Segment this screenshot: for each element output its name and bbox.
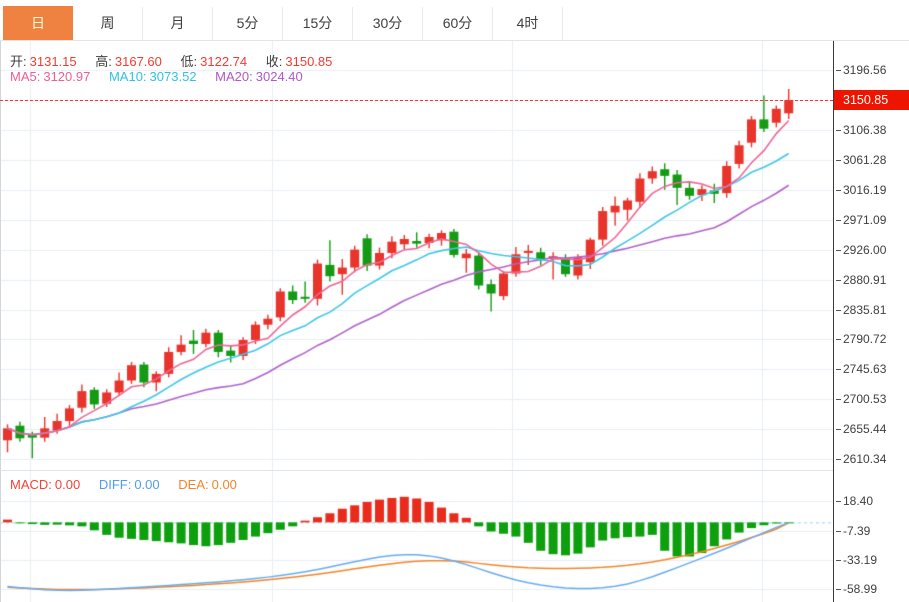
- tab-60min[interactable]: 60分: [423, 7, 493, 40]
- price-axis-label: 2790.72: [836, 332, 886, 346]
- macd-value: MACD: 0.00: [10, 477, 81, 492]
- ohlc-high: 高: 3167.60: [95, 54, 162, 69]
- diff-value: DIFF: 0.00: [98, 477, 160, 492]
- macd-axis-label: 18.40: [836, 494, 873, 508]
- macd-legend: MACD: 0.00 DIFF: 0.00 DEA: 0.00: [10, 477, 252, 492]
- dea-value: DEA: 0.00: [178, 477, 237, 492]
- ma10-legend: MA10: 3073.52: [108, 69, 197, 84]
- price-axis-label: 2610.34: [836, 452, 886, 466]
- period-tabbar: 日 周 月 5分 15分 30分 60分 4时: [0, 0, 909, 41]
- ohlc-open: 开: 3131.15: [10, 54, 77, 69]
- price-axis-label: 3196.56: [836, 63, 886, 77]
- price-axis-label: 2745.63: [836, 362, 886, 376]
- price-axis-label: 2655.44: [836, 422, 886, 436]
- ma-legend: MA5: 3120.97 MA10: 3073.52 MA20: 3024.40: [10, 69, 318, 84]
- price-axis-label: 3016.19: [836, 183, 886, 197]
- price-axis-label: 2971.09: [836, 213, 886, 227]
- candlestick-chart[interactable]: [0, 41, 833, 470]
- tab-day[interactable]: 日: [3, 6, 73, 40]
- price-axis-border: [833, 41, 834, 602]
- kline-app: 日 周 月 5分 15分 30分 60分 4时 开: 3131.15 高: 3167…: [0, 0, 909, 602]
- tab-15min[interactable]: 15分: [283, 7, 353, 40]
- tab-week[interactable]: 周: [73, 7, 143, 40]
- price-axis-label: 2926.00: [836, 243, 886, 257]
- price-axis-label: 3061.28: [836, 153, 886, 167]
- ohlc-close: 收: 3150.85: [265, 54, 333, 69]
- price-axis-label: 2835.81: [836, 303, 886, 317]
- price-axis-label: 2880.91: [836, 273, 886, 287]
- price-axis-label: 3106.38: [836, 123, 886, 137]
- tab-5min[interactable]: 5分: [213, 7, 283, 40]
- macd-axis-label: -58.99: [836, 582, 877, 596]
- ohlc-legend: 开: 3131.15 高: 3167.60 低: 3122.74 收: 3150.85: [10, 51, 347, 70]
- tab-4hour[interactable]: 4时: [493, 7, 563, 40]
- ma5-legend: MA5: 3120.97: [10, 69, 91, 84]
- macd-axis-label: -7.39: [836, 524, 870, 538]
- tab-month[interactable]: 月: [143, 7, 213, 40]
- tab-30min[interactable]: 30分: [353, 7, 423, 40]
- ma20-legend: MA20: 3024.40: [215, 69, 303, 84]
- ohlc-low: 低: 3122.74: [180, 54, 248, 69]
- price-axis-label: 2700.53: [836, 392, 886, 406]
- macd-axis-label: -33.19: [836, 553, 877, 567]
- current-price-tag: 3150.85: [834, 90, 909, 111]
- current-price-line: [0, 100, 833, 102]
- plot-left-border: [0, 41, 1, 602]
- panel-divider: [0, 470, 833, 471]
